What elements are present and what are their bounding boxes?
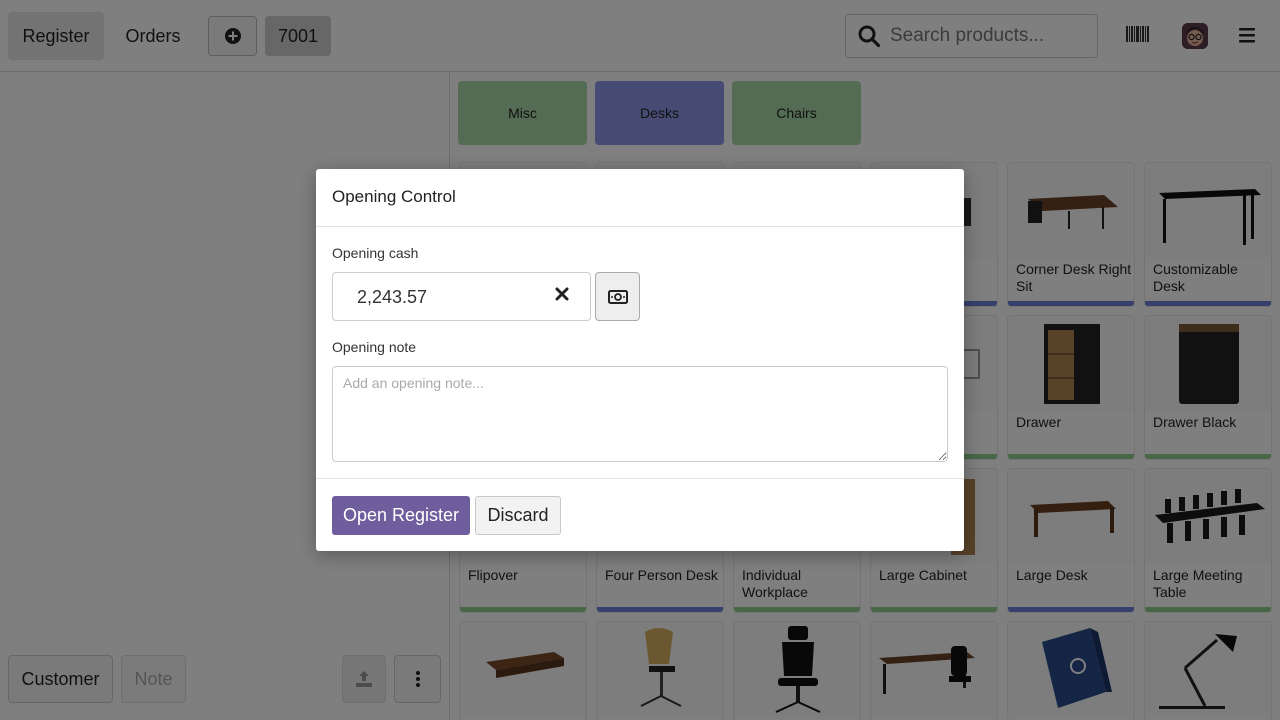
open-register-button[interactable]: Open Register — [332, 496, 470, 535]
dialog-title: Opening Control — [332, 187, 456, 206]
opening-cash-field[interactable]: 2,243.57 — [332, 272, 591, 321]
close-icon[interactable] — [555, 287, 569, 301]
dialog-footer: Open Register Discard — [316, 478, 964, 551]
cash-details-button[interactable] — [595, 272, 640, 321]
money-icon — [607, 289, 628, 304]
opening-control-dialog: Opening Control Opening cash 2,243.57 Op… — [316, 169, 964, 551]
discard-button[interactable]: Discard — [475, 496, 561, 535]
dialog-header: Opening Control — [316, 169, 964, 227]
opening-note-label: Opening note — [332, 339, 417, 355]
opening-cash-label: Opening cash — [332, 245, 419, 261]
opening-note-input[interactable] — [332, 366, 948, 462]
opening-cash-value[interactable]: 2,243.57 — [357, 287, 427, 308]
